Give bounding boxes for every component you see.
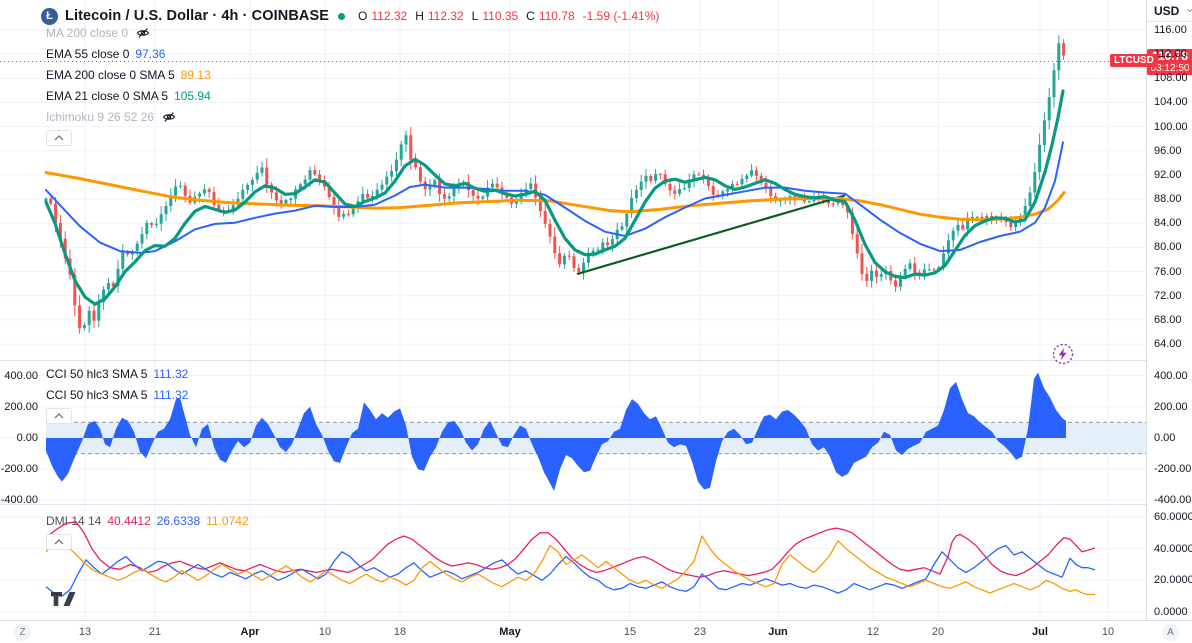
chevron-up-icon xyxy=(54,413,64,419)
price-tick-label: 112.00 xyxy=(1154,48,1187,61)
price-tick-label: 100.00 xyxy=(1154,120,1188,133)
price-tick-label: 92.00 xyxy=(1154,168,1182,181)
pane-separator[interactable] xyxy=(0,504,1192,505)
indicator-value: 105.94 xyxy=(174,88,211,103)
time-axis-label: 12 xyxy=(866,626,880,638)
time-axis-label: 10 xyxy=(1101,626,1115,638)
indicator-label: EMA 200 close 0 SMA 5 xyxy=(46,67,175,82)
price-tick-label: 116.00 xyxy=(1154,24,1187,36)
indicator-label: EMA 55 close 0 xyxy=(46,46,130,61)
collapse-legend-button[interactable] xyxy=(46,534,72,550)
time-axis-label: May xyxy=(499,626,521,638)
cci-tick-label: 0.00 xyxy=(16,432,38,444)
currency-selector[interactable]: USD xyxy=(1147,0,1192,22)
price-tick-label: 72.00 xyxy=(1154,289,1182,302)
time-axis-label: Jun xyxy=(768,626,788,638)
time-axis-label: 15 xyxy=(623,626,637,638)
price-tick-label: 108.00 xyxy=(1154,72,1188,85)
timezone-button[interactable]: Z xyxy=(14,624,31,641)
indicator-value: 97.36 xyxy=(135,46,166,61)
indicator-row-ema55[interactable]: EMA 55 close 0 97.36 xyxy=(46,43,211,64)
currency-label: USD xyxy=(1154,3,1180,18)
indicator-label: DMI 14 14 xyxy=(46,513,102,528)
chart-window: Ł Litecoin / U.S. Dollar · 4h · COINBASE… xyxy=(0,0,1192,643)
indicator-row-ichimoku[interactable]: Ichimoku 9 26 52 26 xyxy=(46,106,211,127)
indicator-value: 89.13 xyxy=(180,67,211,82)
time-axis-label: 21 xyxy=(148,626,162,638)
cci-tick-label: -400.00 xyxy=(0,494,38,507)
dmi-tick-label: 20.0000 xyxy=(1154,574,1192,587)
hidden-eye-icon[interactable] xyxy=(162,110,176,124)
time-axis-label: 23 xyxy=(693,626,707,638)
hidden-eye-icon[interactable] xyxy=(136,26,150,40)
cci-tick-label: 0.00 xyxy=(1154,432,1176,444)
price-tick-label: 76.00 xyxy=(1154,265,1182,278)
cci-tick-label: 400.00 xyxy=(4,369,38,382)
indicator-row-cci-1[interactable]: CCI 50 hlc3 SMA 5 111.32 xyxy=(46,363,188,384)
auto-scale-button[interactable]: A xyxy=(1162,624,1179,641)
indicator-row-ma200[interactable]: MA 200 close 0 xyxy=(46,22,211,43)
time-axis-label: 13 xyxy=(78,626,92,638)
chevron-up-icon xyxy=(54,135,64,141)
cci-pane-legend: CCI 50 hlc3 SMA 5 111.32 CCI 50 hlc3 SMA… xyxy=(46,363,188,424)
indicator-label: EMA 21 close 0 SMA 5 xyxy=(46,88,169,103)
dmi-tick-label: 0.0000 xyxy=(1154,606,1188,618)
indicator-value: 111.32 xyxy=(153,366,189,381)
price-tick-label: 104.00 xyxy=(1154,96,1188,109)
time-axis-label: 18 xyxy=(393,626,407,638)
indicator-row-ema21[interactable]: EMA 21 close 0 SMA 5 105.94 xyxy=(46,85,211,106)
collapse-legend-button[interactable] xyxy=(46,130,72,146)
change-value: -1.59 (-1.41%) xyxy=(582,9,660,23)
indicator-row-cci-2[interactable]: CCI 50 hlc3 SMA 5 111.32 xyxy=(46,384,188,405)
flash-trade-icon[interactable] xyxy=(1052,343,1074,365)
indicator-value: 11.0742 xyxy=(206,513,249,528)
indicator-label: CCI 50 hlc3 SMA 5 xyxy=(46,387,148,402)
time-axis-label: 20 xyxy=(931,626,945,638)
cci-tick-label: 200.00 xyxy=(1154,400,1188,413)
dmi-tick-label: 40.0000 xyxy=(1154,542,1192,555)
indicator-value: 111.32 xyxy=(153,387,189,402)
indicator-label: Ichimoku 9 26 52 26 xyxy=(46,109,155,124)
price-tick-label: 80.00 xyxy=(1154,241,1182,254)
price-tick-label: 88.00 xyxy=(1154,193,1182,206)
indicator-label: CCI 50 hlc3 SMA 5 xyxy=(46,366,148,381)
price-tick-label: 84.00 xyxy=(1154,217,1182,230)
main-pane-legend: MA 200 close 0 EMA 55 close 0 97.36 EMA … xyxy=(46,22,211,146)
cci-tick-label: -400.00 xyxy=(1154,494,1192,507)
symbol-price-flag: LTCUSD xyxy=(1110,53,1158,67)
price-tick-label: 96.00 xyxy=(1154,144,1182,157)
time-axis-label: Apr xyxy=(240,626,260,638)
dmi-pane-legend: DMI 14 14 40.4412 26.6338 11.0742 xyxy=(46,510,249,550)
time-axis-label: 10 xyxy=(318,626,332,638)
chevron-down-icon xyxy=(1187,9,1192,13)
price-tick-label: 68.00 xyxy=(1154,313,1182,326)
price-tick-label: 64.00 xyxy=(1154,338,1182,351)
dmi-tick-label: 60.0000 xyxy=(1154,511,1192,523)
price-axis[interactable]: USD 110.78 03:12:50 116.00 112.00 108.00 10… xyxy=(1146,0,1192,620)
time-axis-label: Jul xyxy=(1032,626,1048,638)
pane-separator[interactable] xyxy=(0,360,1192,361)
indicator-value: 26.6338 xyxy=(156,513,201,528)
chevron-up-icon xyxy=(54,539,64,545)
collapse-legend-button[interactable] xyxy=(46,408,72,424)
indicator-row-ema200[interactable]: EMA 200 close 0 SMA 5 89.13 xyxy=(46,64,211,85)
indicator-value: 40.4412 xyxy=(107,513,151,528)
ohlc-values: O 112.32 H 112.32 L 110.35 C 110.78 -1.59 (-… xyxy=(358,9,660,23)
cci-tick-label: 400.00 xyxy=(1154,369,1188,382)
indicator-label: MA 200 close 0 xyxy=(46,25,129,40)
indicator-row-dmi[interactable]: DMI 14 14 40.4412 26.6338 11.0742 xyxy=(46,510,249,531)
tradingview-watermark-icon xyxy=(51,592,76,606)
market-open-status-icon[interactable] xyxy=(338,12,346,20)
cci-tick-label: 200.00 xyxy=(4,400,38,413)
time-axis[interactable]: Z A 13 21 Apr 10 18 May 15 23 Jun 12 20 Jul 10 xyxy=(0,620,1192,643)
cci-tick-label: -200.00 xyxy=(1154,463,1192,476)
cci-tick-label: -200.00 xyxy=(0,463,38,476)
